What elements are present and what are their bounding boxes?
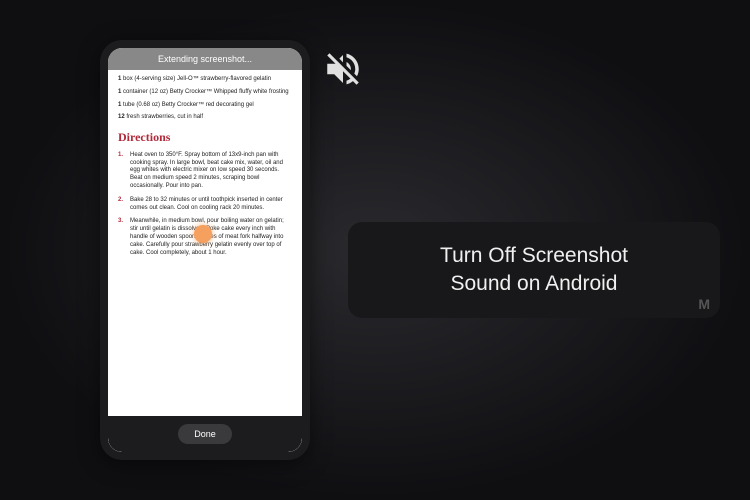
title-callout: Turn Off ScreenshotSound on Android M (348, 222, 720, 318)
page-content: 1 box (4-serving size) Jell-O™ strawberr… (108, 70, 302, 426)
extending-banner: Extending screenshot... (108, 48, 302, 70)
direction-step: 2.Bake 28 to 32 minutes or until toothpi… (118, 197, 292, 213)
callout-text: Turn Off ScreenshotSound on Android (440, 242, 628, 299)
mute-icon (322, 48, 364, 95)
watermark: M (698, 296, 710, 312)
touch-indicator (194, 225, 212, 243)
ingredient-row: 1 tube (0.68 oz) Betty Crocker™ red deco… (118, 102, 292, 110)
directions-heading: Directions (118, 130, 292, 146)
ingredient-row: 1 box (4-serving size) Jell-O™ strawberr… (118, 76, 292, 84)
ingredient-row: 1 container (12 oz) Betty Crocker™ Whipp… (118, 89, 292, 97)
ingredient-row: 12 fresh strawberries, cut in half (118, 114, 292, 122)
screenshot-toolbar: Done (108, 416, 302, 452)
phone-screen: Extending screenshot... 1 box (4-serving… (108, 48, 302, 452)
phone-mockup: Extending screenshot... 1 box (4-serving… (100, 40, 310, 460)
done-button[interactable]: Done (178, 424, 232, 444)
direction-step: 1.Heat oven to 350°F. Spray bottom of 13… (118, 152, 292, 191)
